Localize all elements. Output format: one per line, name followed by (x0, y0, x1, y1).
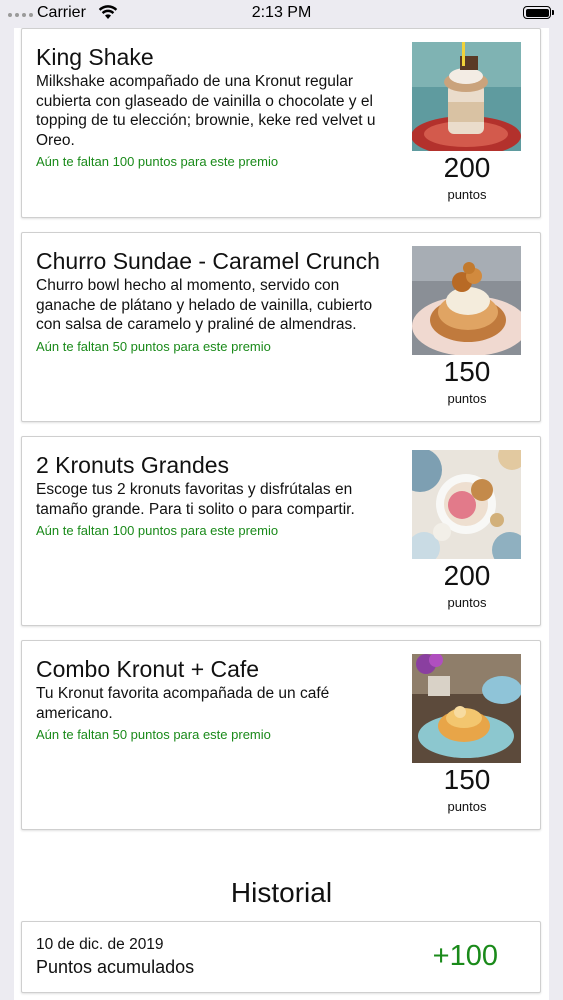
reward-description: Tu Kronut favorita acompañada de un café… (36, 685, 330, 722)
kronuts-table-photo (412, 450, 521, 559)
reward-title: 2 Kronuts Grandes (36, 452, 230, 478)
reward-card[interactable]: Combo Kronut + Cafe Tu Kronut favorita a… (21, 640, 541, 830)
history-entry[interactable]: 10 de dic. de 2019 Puntos acumulados +10… (21, 921, 541, 993)
reward-title: Churro Sundae - Caramel Crunch (36, 248, 380, 274)
reward-description: Milkshake acompañado de una Kronut regul… (36, 73, 376, 149)
reward-points-label: puntos (447, 187, 487, 202)
status-bar: Carrier 2:13 PM (0, 0, 563, 28)
history-date: 10 de dic. de 2019 (36, 936, 164, 953)
reward-description: Escoge tus 2 kronuts favoritas y disfrút… (36, 481, 355, 518)
reward-points-value: 150 (443, 764, 491, 795)
reward-card[interactable]: Churro Sundae - Caramel Crunch Churro bo… (21, 232, 541, 422)
milkshake-photo (412, 42, 521, 151)
reward-card[interactable]: King Shake Milkshake acompañado de una K… (21, 28, 541, 218)
reward-points-needed: Aún te faltan 50 puntos para este premio (36, 338, 271, 354)
churro-sundae-photo (412, 246, 521, 355)
reward-description: Churro bowl hecho al momento, servido co… (36, 277, 373, 333)
history-title: Historial (230, 877, 333, 908)
reward-points-value: 150 (443, 356, 491, 387)
history-points: +100 (432, 940, 498, 972)
battery-tip (552, 10, 554, 15)
reward-points-label: puntos (447, 799, 487, 814)
reward-points-value: 200 (443, 560, 491, 591)
kronut-coffee-photo (412, 654, 521, 763)
reward-points-needed: Aún te faltan 100 puntos para este premi… (36, 523, 279, 538)
history-description: Puntos acumulados (36, 957, 195, 977)
reward-points-label: puntos (447, 595, 487, 610)
reward-title: King Shake (36, 44, 154, 70)
reward-points-label: puntos (447, 391, 487, 406)
reward-points-needed: Aún te faltan 50 puntos para este premio (36, 727, 271, 742)
reward-title: Combo Kronut + Cafe (36, 656, 260, 682)
reward-card[interactable]: 2 Kronuts Grandes Escoge tus 2 kronuts f… (21, 436, 541, 626)
clock: 2:13 PM (251, 4, 312, 21)
reward-points-needed: Aún te faltan 100 puntos para este premi… (36, 154, 279, 169)
battery-icon (523, 6, 551, 19)
reward-points-value: 200 (443, 152, 491, 183)
